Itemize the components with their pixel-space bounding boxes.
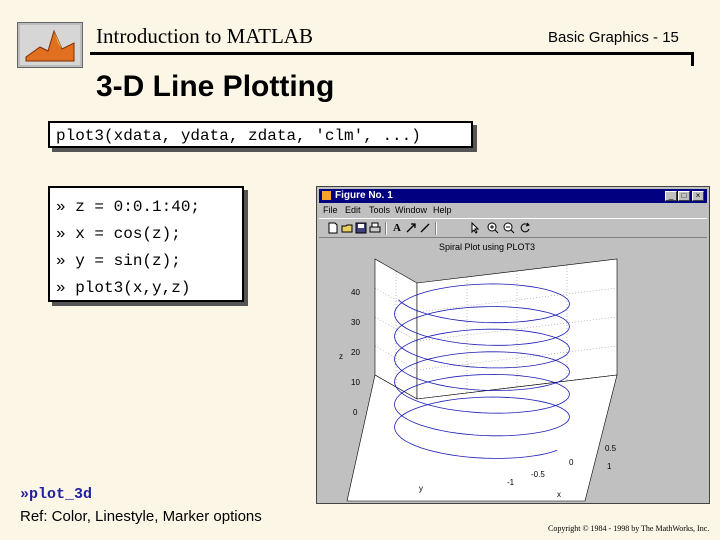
syntax-box: plot3(xdata, ydata, zdata, 'clm', ...) — [48, 121, 473, 148]
z-tick-label: 30 — [351, 318, 360, 327]
minimize-button[interactable]: _ — [665, 191, 677, 201]
x-tick-label: -0.5 — [531, 470, 545, 479]
axes-floor — [346, 374, 618, 502]
figure-menubar: File Edit Tools Window Help — [319, 204, 707, 217]
header-divider — [90, 52, 694, 55]
x-tick-label: 1 — [607, 462, 612, 471]
x-tick-label: 0 — [569, 458, 574, 467]
zoom-out-icon[interactable] — [503, 222, 515, 234]
command-line: » x = cos(z); — [56, 225, 181, 243]
matlab-figure-icon — [322, 191, 331, 200]
x-tick-label: -1 — [507, 478, 515, 487]
x-axis-label: x — [557, 490, 561, 499]
header-divider-tick — [691, 52, 694, 66]
menu-file[interactable]: File — [323, 204, 338, 217]
maximize-button[interactable]: □ — [678, 191, 690, 201]
line-icon[interactable] — [419, 222, 431, 234]
text-icon[interactable]: A — [391, 222, 403, 234]
menu-window[interactable]: Window — [395, 204, 427, 217]
z-tick-label: 0 — [353, 408, 358, 417]
figure-window: Figure No. 1 _ □ × File Edit Tools Windo… — [316, 186, 710, 504]
rotate-icon[interactable] — [519, 222, 531, 234]
figure-title: Figure No. 1 — [335, 190, 393, 201]
z-tick-label: 10 — [351, 378, 360, 387]
save-icon[interactable] — [355, 222, 367, 234]
slide-number: Basic Graphics - 15 — [548, 29, 679, 46]
command-line: » z = 0:0.1:40; — [56, 198, 201, 216]
matlab-logo — [17, 22, 83, 68]
toolbar-separator — [435, 222, 437, 235]
command-line: » y = sin(z); — [56, 252, 181, 270]
z-tick-label: 20 — [351, 348, 360, 357]
slide-title: 3-D Line Plotting — [96, 70, 335, 103]
menu-edit[interactable]: Edit — [345, 204, 361, 217]
arrow-icon[interactable] — [405, 222, 417, 234]
reference-note: Ref: Color, Linestyle, Marker options — [20, 508, 262, 525]
plot-title: Spiral Plot using PLOT3 — [439, 242, 535, 252]
new-icon[interactable] — [327, 222, 339, 234]
command-line: » plot3(x,y,z) — [56, 279, 191, 297]
select-icon[interactable] — [469, 221, 481, 234]
zoom-in-icon[interactable] — [487, 222, 499, 234]
toolbar-separator — [385, 222, 387, 235]
syntax-text: plot3(xdata, ydata, zdata, 'clm', ...) — [56, 127, 421, 145]
menu-help[interactable]: Help — [433, 204, 452, 217]
demo-link[interactable]: »plot_3d — [20, 486, 92, 503]
close-button[interactable]: × — [692, 191, 704, 201]
z-axis-label: z — [339, 352, 343, 361]
print-icon[interactable] — [369, 222, 381, 234]
copyright-notice: Copyright © 1984 - 1998 by The MathWorks… — [548, 524, 710, 533]
course-title: Introduction to MATLAB — [96, 24, 313, 48]
y-tick-label: 0.5 — [605, 444, 617, 453]
y-axis-label: y — [419, 484, 423, 493]
figure-titlebar[interactable]: Figure No. 1 _ □ × — [319, 189, 707, 203]
command-box: » z = 0:0.1:40; » x = cos(z); » y = sin(… — [48, 186, 244, 302]
plot-axes: Spiral Plot using PLOT3 40 30 20 10 0 z … — [317, 239, 709, 503]
menu-tools[interactable]: Tools — [369, 204, 390, 217]
figure-toolbar: A — [319, 218, 707, 238]
z-tick-label: 40 — [351, 288, 360, 297]
open-icon[interactable] — [341, 222, 353, 234]
